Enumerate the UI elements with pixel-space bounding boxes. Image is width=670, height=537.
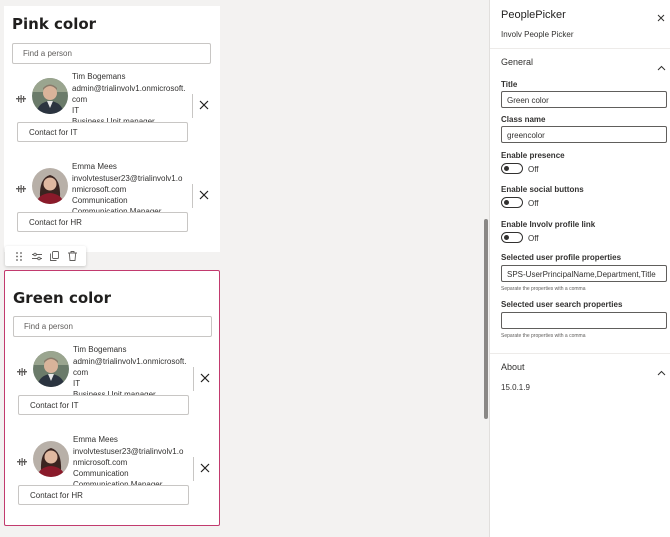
- contact-label-field[interactable]: Contact for IT: [18, 395, 189, 415]
- delete-icon[interactable]: [65, 249, 79, 263]
- remove-person-button[interactable]: [193, 367, 215, 391]
- toggle-knob: [504, 235, 509, 240]
- social-state: Off: [528, 199, 539, 208]
- scroll-thumb[interactable]: [484, 219, 488, 419]
- email-line: nmicrosoft.com: [73, 458, 128, 467]
- close-icon[interactable]: [656, 10, 666, 22]
- profile-props-input[interactable]: SPS-UserPrincipalName,Department,Title: [501, 265, 667, 282]
- person-email: involvtestuser23@trialinvolv1.o nmicrosof…: [72, 173, 194, 195]
- person-email: involvtestuser23@trialinvolv1.o nmicrosof…: [73, 446, 195, 468]
- email-line: com: [72, 95, 88, 104]
- person-card: Tim Bogemans admin@trialinvolv1.onmicros…: [17, 345, 217, 429]
- person-name: Tim Bogemans: [72, 72, 126, 81]
- remove-person-button[interactable]: [192, 184, 214, 208]
- find-person-input[interactable]: Find a person: [12, 43, 211, 64]
- remove-person-button[interactable]: [193, 457, 215, 481]
- person-name: Tim Bogemans: [73, 345, 127, 354]
- pane-description: Involv People Picker: [501, 30, 574, 39]
- version-text: 15.0.1.9: [501, 383, 530, 392]
- page-canvas: Pink color Find a person Tim Bogemans ad…: [0, 0, 483, 537]
- social-toggle[interactable]: [501, 197, 523, 208]
- person-name: Emma Mees: [72, 162, 117, 171]
- avatar: [32, 78, 68, 114]
- contact-label-field[interactable]: Contact for HR: [17, 212, 188, 232]
- email-line: involvtestuser23@trialinvolv1.o: [73, 447, 184, 456]
- property-pane: PeoplePicker Involv People Picker Genera…: [489, 0, 670, 537]
- close-icon: [199, 97, 209, 115]
- person-card: Tim Bogemans admin@trialinvolv1.onmicros…: [16, 72, 216, 156]
- close-icon: [200, 460, 210, 478]
- profile-props-label: Selected user profile properties: [501, 253, 622, 262]
- webpart-toolbar: [5, 246, 86, 266]
- drag-icon[interactable]: [17, 368, 27, 376]
- profile-link-state: Off: [528, 234, 539, 243]
- webpart-title: Green color: [13, 289, 111, 307]
- email-line: nmicrosoft.com: [72, 185, 127, 194]
- close-icon: [199, 187, 209, 205]
- person-email: admin@trialinvolv1.onmicrosoft. com: [72, 83, 194, 105]
- title-input[interactable]: Green color: [501, 91, 667, 108]
- pane-title: PeoplePicker: [501, 9, 566, 21]
- group-about-header[interactable]: About: [501, 362, 525, 372]
- person-name: Emma Mees: [73, 435, 118, 444]
- webpart-green[interactable]: Green color Find a person Tim Bogemans a…: [4, 270, 220, 526]
- contact-label-field[interactable]: Contact for HR: [18, 485, 189, 505]
- title-label: Title: [501, 80, 518, 89]
- avatar: [32, 168, 68, 204]
- social-label: Enable social buttons: [501, 185, 584, 194]
- person-department: Communication: [72, 196, 128, 205]
- search-props-input[interactable]: [501, 312, 667, 329]
- class-name-label: Class name: [501, 115, 546, 124]
- email-line: admin@trialinvolv1.onmicrosoft.: [72, 84, 186, 93]
- remove-person-button[interactable]: [192, 94, 214, 118]
- email-line: com: [73, 368, 89, 377]
- contact-label-field[interactable]: Contact for IT: [17, 122, 188, 142]
- profile-props-hint: Separate the properties with a comma: [501, 286, 586, 292]
- person-department: IT: [73, 379, 81, 388]
- webpart-pink[interactable]: Pink color Find a person Tim Bogemans ad…: [4, 6, 220, 252]
- find-person-input[interactable]: Find a person: [13, 316, 212, 337]
- avatar: [33, 441, 69, 477]
- email-line: involvtestuser23@trialinvolv1.o: [72, 174, 183, 183]
- chevron-up-icon[interactable]: [657, 58, 666, 71]
- person-department: IT: [72, 106, 80, 115]
- profile-link-label: Enable Involv profile link: [501, 220, 596, 229]
- drag-icon[interactable]: [16, 185, 26, 193]
- drag-icon[interactable]: [16, 95, 26, 103]
- divider: [490, 48, 670, 49]
- group-general-header[interactable]: General: [501, 57, 533, 67]
- toggle-knob: [504, 166, 509, 171]
- person-email: admin@trialinvolv1.onmicrosoft. com: [73, 356, 195, 378]
- webpart-title: Pink color: [12, 15, 97, 33]
- drag-handle-icon[interactable]: [12, 249, 26, 263]
- person-card: Emma Mees involvtestuser23@trialinvolv1.…: [16, 162, 216, 246]
- divider: [490, 353, 670, 354]
- presence-state: Off: [528, 165, 539, 174]
- class-name-input[interactable]: greencolor: [501, 126, 667, 143]
- person-card: Emma Mees involvtestuser23@trialinvolv1.…: [17, 435, 217, 519]
- email-line: admin@trialinvolv1.onmicrosoft.: [73, 357, 187, 366]
- search-props-label: Selected user search properties: [501, 300, 623, 309]
- presence-label: Enable presence: [501, 151, 565, 160]
- avatar: [33, 351, 69, 387]
- person-department: Communication: [73, 469, 129, 478]
- settings-sliders-icon[interactable]: [30, 249, 44, 263]
- search-props-hint: Separate the properties with a comma: [501, 333, 586, 339]
- chevron-up-icon[interactable]: [657, 363, 666, 376]
- drag-icon[interactable]: [17, 458, 27, 466]
- profile-link-toggle[interactable]: [501, 232, 523, 243]
- close-icon: [200, 370, 210, 388]
- duplicate-icon[interactable]: [47, 249, 61, 263]
- toggle-knob: [504, 200, 509, 205]
- presence-toggle[interactable]: [501, 163, 523, 174]
